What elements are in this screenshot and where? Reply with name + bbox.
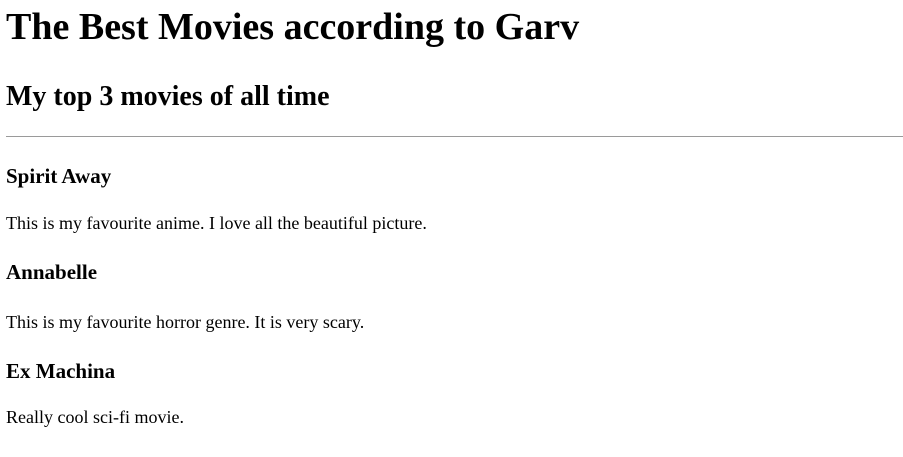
page-title: The Best Movies according to Garv [6,6,580,48]
movie-description: Really cool sci-fi movie. [6,407,184,427]
page-content: The Best Movies according to Garv My top… [0,0,903,428]
movie-item: Spirit Away This is my favourite anime. … [6,137,903,234]
movie-description: This is my favourite anime. I love all t… [6,213,427,233]
movie-description: This is my favourite horror genre. It is… [6,312,365,332]
movie-item: Ex Machina Really cool sci-fi movie. [6,333,903,428]
movie-title: Ex Machina [6,359,116,383]
page-subtitle: My top 3 movies of all time [6,81,330,112]
movie-title: Annabelle [6,260,98,284]
movie-item: Annabelle This is my favourite horror ge… [6,234,903,333]
movie-title: Spirit Away [6,164,112,188]
